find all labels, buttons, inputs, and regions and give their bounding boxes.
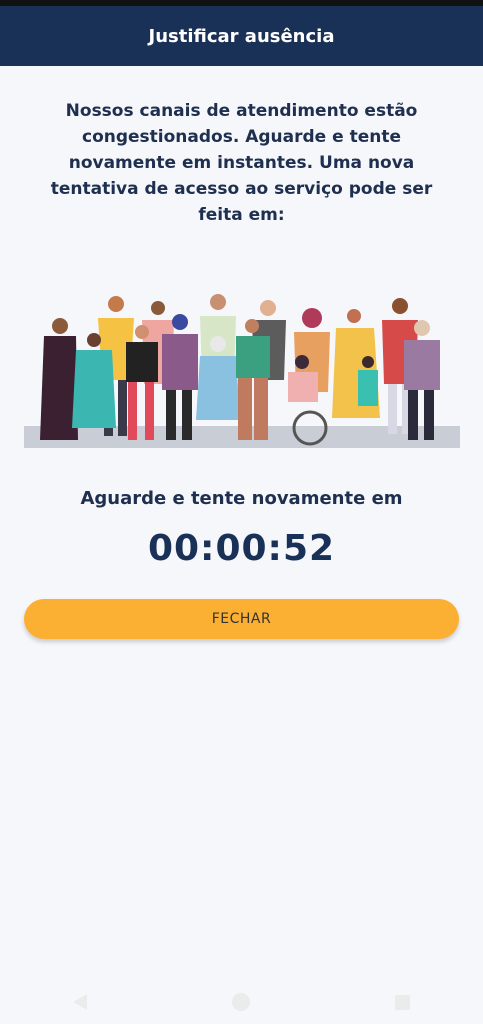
recent-apps-icon[interactable] <box>395 994 411 1010</box>
people-group-illustration <box>24 294 460 448</box>
countdown-timer: 00:00:52 <box>147 528 336 569</box>
back-icon[interactable] <box>72 994 87 1010</box>
home-icon[interactable] <box>231 993 250 1011</box>
person-front-6 <box>236 319 270 440</box>
page-title: Justificar ausência <box>148 25 335 47</box>
wait-label: Aguarde e tente novamente em <box>80 488 403 509</box>
congestion-message: Nossos canais de atendimento estão conge… <box>50 101 433 225</box>
app-bar: Justificar ausência <box>0 6 483 66</box>
close-button[interactable]: FECHAR <box>24 599 459 639</box>
person-front-3 <box>126 325 158 440</box>
system-navigation-bar <box>0 980 483 1024</box>
person-front-1 <box>40 318 78 440</box>
